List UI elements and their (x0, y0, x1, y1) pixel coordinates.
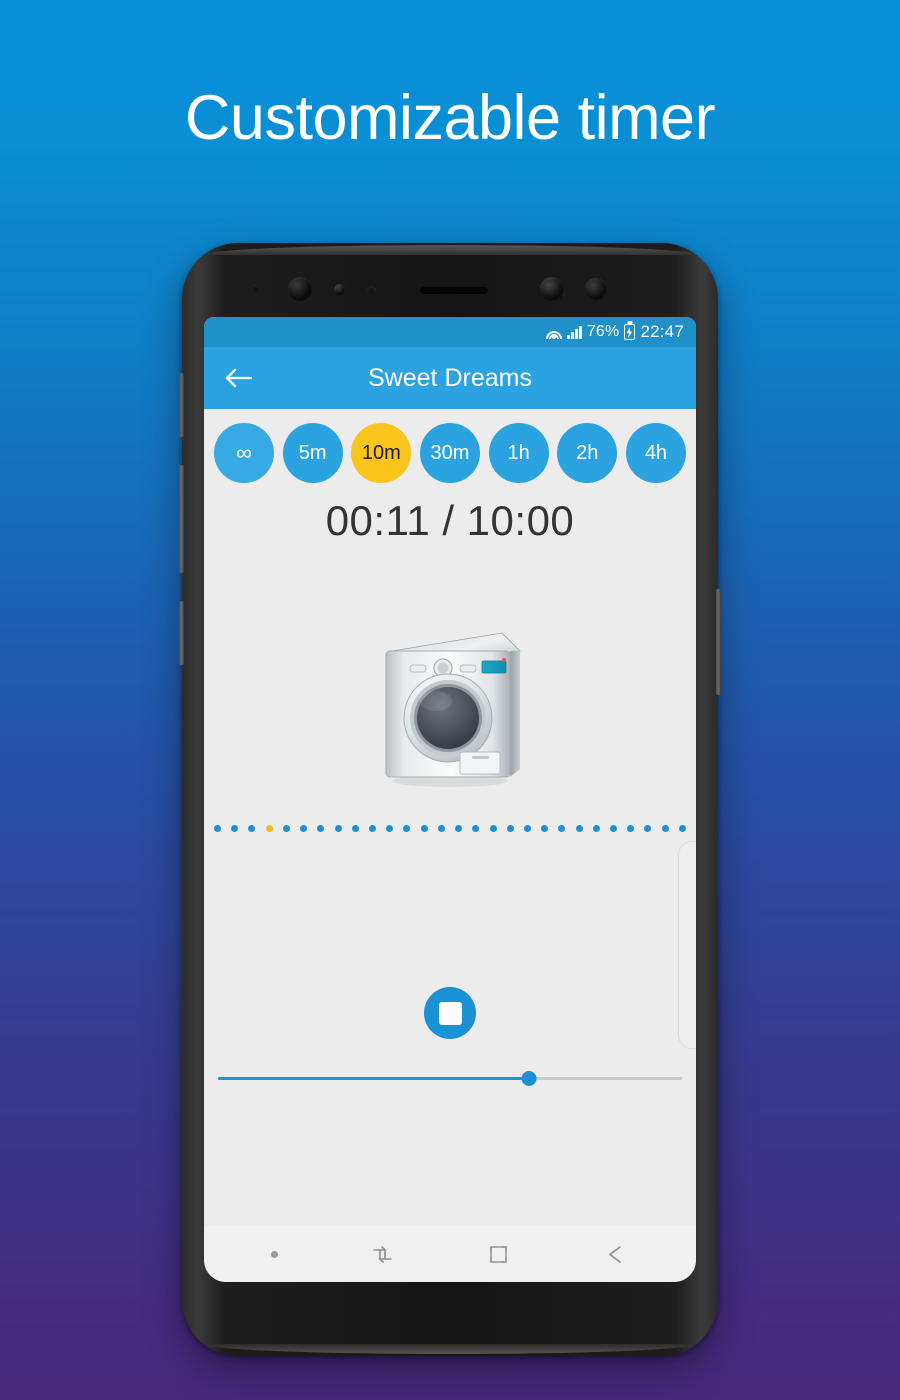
volume-slider[interactable] (218, 1067, 682, 1089)
chip-label: 5m (298, 441, 327, 464)
timer-readout: 00:11 / 10:00 (325, 497, 575, 544)
led-indicator-icon (585, 278, 607, 300)
progress-dot (472, 824, 480, 832)
page-title: Customizable timer (184, 83, 716, 153)
slider-fill (218, 1077, 529, 1080)
progress-dot (351, 824, 359, 832)
phone-device-frame: 76% 22:47 Sweet Dreams ∞ 5m 10m 30m 1h 2… (179, 243, 721, 1356)
progress-dot-line[interactable] (204, 821, 696, 835)
progress-dot (661, 824, 669, 832)
slider-thumb[interactable] (521, 1071, 537, 1086)
stop-square-icon[interactable] (424, 987, 476, 1039)
progress-dot (644, 824, 652, 832)
bixby-button[interactable] (179, 601, 184, 665)
nav-indicator-dot (271, 1250, 279, 1258)
progress-dot (403, 824, 411, 832)
progress-dot (592, 824, 600, 832)
iris-sensor-icon (334, 284, 345, 295)
battery-percent-label: 76% (586, 323, 620, 340)
progress-dot (575, 824, 583, 832)
back-arrow-icon[interactable] (216, 356, 260, 400)
side-panel-edge[interactable] (678, 841, 696, 1049)
sound-artwork (204, 605, 696, 805)
recents-icon[interactable] (369, 1241, 395, 1267)
progress-dot (558, 824, 566, 832)
battery-charging-icon (624, 324, 636, 340)
progress-dot (506, 824, 514, 832)
iris-camera-icon (540, 277, 564, 301)
volume-down-button[interactable] (179, 465, 184, 573)
progress-dot (489, 824, 497, 832)
earpiece-speaker (420, 286, 488, 294)
home-square-icon[interactable] (486, 1241, 512, 1267)
progress-dot (420, 824, 428, 832)
chip-infinite[interactable]: ∞ (214, 423, 274, 483)
progress-dot (334, 824, 342, 832)
chip-1h[interactable]: 1h (488, 423, 549, 483)
progress-dot (523, 824, 531, 832)
progress-dot (300, 824, 308, 832)
phone-top-bezel (182, 243, 718, 317)
chip-10m[interactable]: 10m (351, 423, 412, 483)
power-button[interactable] (716, 589, 721, 695)
chip-label: 10m (361, 441, 401, 464)
chip-label: 30m (430, 441, 470, 464)
app-bar: Sweet Dreams (204, 347, 696, 409)
stop-glyph (438, 1001, 462, 1025)
chip-label: 1h (507, 441, 530, 464)
phone-screen: 76% 22:47 Sweet Dreams ∞ 5m 10m 30m 1h 2… (204, 317, 696, 1282)
proximity-sensor-icon (367, 286, 376, 295)
progress-dot (231, 824, 239, 832)
status-bar: 76% 22:47 (204, 317, 696, 347)
chip-30m[interactable]: 30m (419, 423, 480, 483)
progress-dot (610, 824, 618, 832)
progress-dot (368, 824, 376, 832)
progress-dot (455, 824, 463, 832)
nav-back-icon[interactable] (603, 1241, 629, 1267)
progress-dot (248, 824, 256, 832)
clock-label: 22:47 (640, 322, 684, 341)
washing-machine-icon (385, 632, 521, 787)
ambient-sensor-icon (252, 285, 259, 292)
playback-controls (204, 987, 696, 1039)
progress-dot-active (265, 824, 273, 832)
app-bar-title: Sweet Dreams (368, 363, 532, 392)
timer-chip-row: ∞ 5m 10m 30m 1h 2h 4h (204, 409, 696, 495)
chip-2h[interactable]: 2h (557, 423, 618, 483)
front-camera-icon (288, 277, 312, 301)
wifi-icon (545, 326, 562, 339)
progress-dot (627, 824, 635, 832)
cellular-signal-icon (567, 325, 582, 339)
progress-dot (214, 824, 221, 832)
progress-dot (386, 824, 394, 832)
progress-dot (317, 824, 325, 832)
chip-label: 4h (644, 441, 668, 464)
progress-dot (541, 824, 549, 832)
system-navigation-bar (204, 1226, 696, 1282)
chip-5m[interactable]: 5m (282, 423, 343, 483)
chip-4h[interactable]: 4h (625, 423, 686, 483)
volume-up-button[interactable] (179, 373, 184, 437)
progress-dot (678, 824, 686, 832)
progress-dot (437, 824, 445, 832)
chip-label: ∞ (236, 440, 252, 465)
chip-label: 2h (576, 441, 599, 464)
progress-dot (282, 824, 290, 832)
